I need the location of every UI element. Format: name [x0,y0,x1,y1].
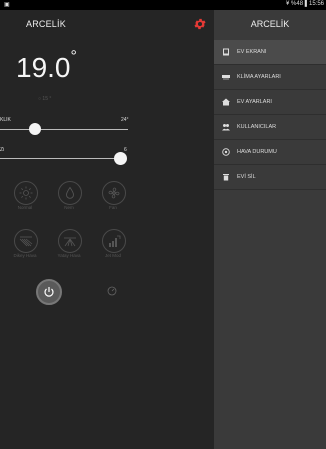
jet-icon [109,235,121,247]
mode-vertical-swing-button[interactable] [14,229,38,253]
image-icon: ▣ [4,2,10,8]
temperature-readout: 19.0° [16,48,77,84]
mode-horizontal-swing-button[interactable] [58,229,82,253]
menu-item-label: HAVA DURUMU [237,149,277,155]
vertical-swing-icon [19,236,33,247]
menu-item-users[interactable]: KULLANICILAR [214,115,326,140]
menu-item-label: EV EKRANI [237,49,267,55]
mode-dry-button[interactable] [58,181,82,205]
mode-vertical-swing-label: Dikey Hava [13,253,37,258]
users-icon [222,124,230,131]
menu-item-home-screen[interactable]: EV EKRANI [214,40,326,65]
timer-icon[interactable] [107,286,117,296]
fan-slider-track[interactable] [0,158,120,159]
mode-normal-label: Normal [17,205,33,210]
sun-icon [19,186,33,200]
temperature-unit: ° [70,48,77,65]
mode-fan-button[interactable] [102,181,126,205]
menu-item-label: KULLANICILAR [237,124,277,130]
mode-jet-button[interactable] [102,229,126,253]
temperature-value: 19.0 [16,52,71,83]
fan-icon [108,187,120,199]
home-screen-icon [223,48,229,56]
mode-dry-label: Nem [64,205,74,210]
menu-item-label: KLİMA AYARLARI [237,74,281,80]
slider-2-label-left: Zi [0,147,5,153]
power-icon [44,287,54,297]
fan-slider-thumb[interactable] [113,152,127,165]
navigation-drawer: ARCELİK EV EKRANI KLİMA AYARLARI EV AYAR… [214,10,326,449]
app-header: ARCELİK [0,10,214,40]
slider-2-label-right: 6 [124,147,127,153]
mode-jet-label: Jet Mod [104,253,121,258]
drop-icon [66,186,74,199]
gear-icon[interactable] [193,17,207,31]
outdoor-temperature: ○ 15 ° [38,96,52,102]
mode-normal-button[interactable] [14,181,38,205]
status-bar: ▣ ¥ %48 ▌15:56 [0,0,326,10]
power-button[interactable] [36,279,62,305]
slider-1-label-left: KLIK [0,117,11,123]
menu-item-label: EVİ SİL [237,174,256,180]
weather-icon [222,148,230,156]
menu-item-home-settings[interactable]: EV AYARLARI [214,90,326,115]
menu-item-delete-home[interactable]: EVİ SİL [214,165,326,190]
trash-icon [223,174,229,181]
menu-item-label: EV AYARLARI [237,99,272,105]
menu-item-aircon-settings[interactable]: KLİMA AYARLARI [214,65,326,90]
temperature-slider-track[interactable] [0,129,128,130]
mode-fan-label: Fan [109,205,117,210]
drawer-title: ARCELİK [250,19,290,29]
main-panel: ARCELİK 19.0° ○ 15 ° KLIK 24° Zi 6 Norma… [0,10,214,449]
slider-1-label-right: 24° [121,117,129,123]
app-title: ARCELİK [26,19,66,29]
aircon-icon [222,75,230,80]
mode-horizontal-swing-label: Yatay Hava [57,253,81,258]
house-icon [222,98,230,106]
status-text: ¥ %48 ▌15:56 [286,1,324,7]
horizontal-swing-icon [64,237,76,247]
menu-item-weather[interactable]: HAVA DURUMU [214,140,326,165]
temperature-slider-thumb[interactable] [28,123,41,135]
